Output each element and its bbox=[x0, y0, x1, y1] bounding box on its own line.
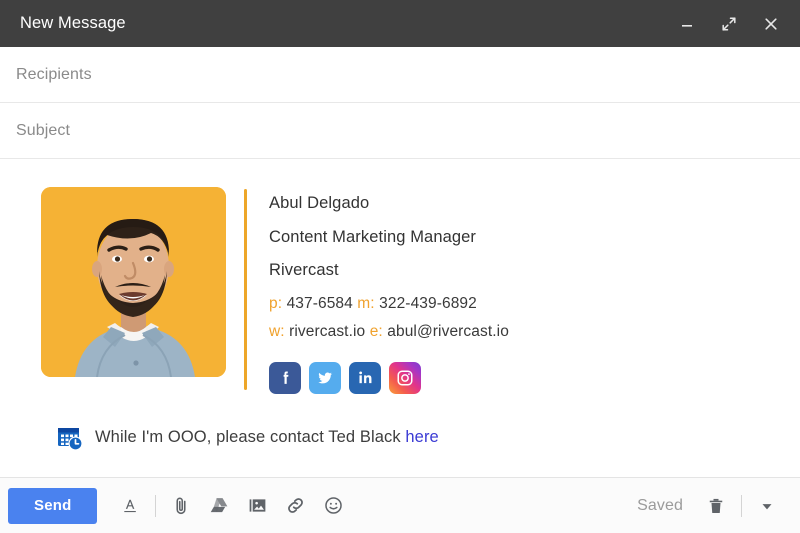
window-title: New Message bbox=[20, 14, 126, 33]
compose-window: New Message Recipients Subject Abul Delg… bbox=[0, 0, 800, 533]
discard-draft-button[interactable] bbox=[697, 487, 735, 525]
more-options-icon bbox=[758, 497, 776, 515]
instagram-icon bbox=[396, 369, 414, 387]
avatar bbox=[41, 187, 226, 377]
mobile-value: 322-439-6892 bbox=[379, 294, 477, 312]
google-drive-button[interactable] bbox=[200, 487, 238, 525]
save-status: Saved bbox=[637, 496, 683, 514]
attach-file-button[interactable] bbox=[162, 487, 200, 525]
window-controls bbox=[676, 13, 782, 35]
email-signature: Abul Delgado Content Marketing Manager R… bbox=[41, 187, 784, 394]
insert-emoji-icon bbox=[323, 495, 344, 516]
google-drive-icon bbox=[209, 495, 230, 516]
toolbar-divider-right bbox=[741, 494, 742, 517]
signature-web-line: w: rivercast.io e: abul@rivercast.io bbox=[269, 324, 509, 340]
insert-link-button[interactable] bbox=[276, 487, 314, 525]
portrait-photo-icon bbox=[41, 187, 226, 377]
signature-title: Content Marketing Manager bbox=[269, 227, 477, 246]
message-body[interactable]: Abul Delgado Content Marketing Manager R… bbox=[0, 159, 800, 477]
instagram-link[interactable] bbox=[389, 361, 421, 394]
web-value[interactable]: rivercast.io bbox=[289, 323, 365, 340]
calendar-clock-icon bbox=[56, 424, 84, 452]
trash-icon bbox=[706, 496, 726, 516]
insert-photo-button[interactable] bbox=[238, 487, 276, 525]
facebook-icon bbox=[277, 369, 294, 386]
ooo-message: While I'm OOO, please contact Ted Black bbox=[95, 428, 401, 447]
social-links bbox=[269, 361, 509, 394]
email-label: e: bbox=[369, 323, 383, 340]
format-text-icon bbox=[120, 496, 140, 516]
phone-value: 437-6584 bbox=[286, 294, 353, 312]
recipients-row[interactable]: Recipients bbox=[0, 47, 800, 103]
more-options-button[interactable] bbox=[748, 487, 786, 525]
format-text-button[interactable] bbox=[111, 487, 149, 525]
attach-file-icon bbox=[171, 496, 191, 516]
insert-link-icon bbox=[285, 495, 306, 516]
subject-row[interactable]: Subject bbox=[0, 103, 800, 159]
recipients-input[interactable]: Recipients bbox=[16, 66, 92, 83]
signature-company: Rivercast bbox=[269, 261, 339, 279]
ooo-here-link[interactable]: here bbox=[405, 428, 438, 446]
ooo-notice: While I'm OOO, please contact Ted Black … bbox=[56, 424, 784, 452]
signature-name: Abul Delgado bbox=[269, 194, 370, 212]
compose-titlebar: New Message bbox=[0, 0, 800, 47]
close-button[interactable] bbox=[760, 13, 782, 35]
ooo-text: While I'm OOO, please contact Ted Black … bbox=[95, 429, 439, 446]
phone-label: p: bbox=[269, 294, 283, 312]
twitter-link[interactable] bbox=[309, 361, 341, 394]
compose-toolbar: Send Saved bbox=[0, 477, 800, 533]
signature-details: Abul Delgado Content Marketing Manager R… bbox=[247, 187, 509, 394]
close-icon bbox=[762, 15, 780, 33]
toolbar-divider bbox=[155, 494, 157, 517]
subject-input[interactable]: Subject bbox=[16, 122, 70, 139]
twitter-icon bbox=[316, 369, 334, 387]
mobile-label: m: bbox=[357, 294, 375, 312]
insert-emoji-button[interactable] bbox=[314, 487, 352, 525]
web-label: w: bbox=[269, 323, 285, 340]
expand-icon bbox=[720, 15, 738, 33]
expand-button[interactable] bbox=[718, 13, 740, 35]
email-value[interactable]: abul@rivercast.io bbox=[387, 323, 509, 340]
insert-photo-icon bbox=[247, 495, 268, 516]
linkedin-link[interactable] bbox=[349, 361, 381, 394]
signature-phone-line: p: 437-6584 m: 322-439-6892 bbox=[269, 294, 509, 312]
minimize-button[interactable] bbox=[676, 13, 698, 35]
send-button[interactable]: Send bbox=[8, 487, 98, 524]
facebook-link[interactable] bbox=[269, 361, 301, 394]
linkedin-icon bbox=[357, 369, 374, 386]
minimize-icon bbox=[679, 16, 695, 32]
